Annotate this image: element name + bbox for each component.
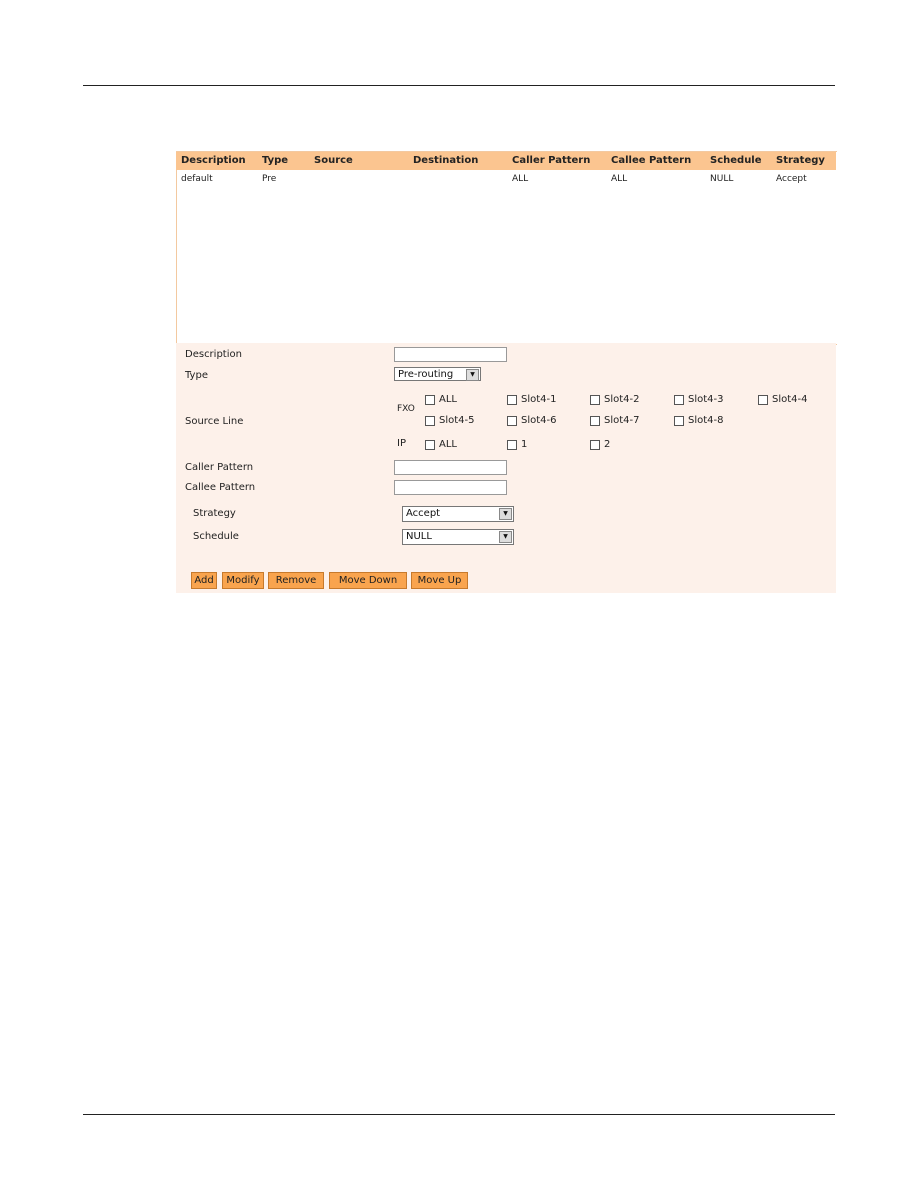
fxo-slot4-7-checkbox[interactable]: Slot4-7 bbox=[590, 415, 640, 426]
callee-pattern-input[interactable] bbox=[394, 480, 507, 495]
col-schedule: Schedule bbox=[710, 155, 762, 166]
cell: NULL bbox=[710, 174, 734, 184]
col-description: Description bbox=[181, 155, 246, 166]
ip-label: IP bbox=[397, 438, 406, 449]
cb-label: ALL bbox=[439, 394, 457, 405]
caller-pattern-input[interactable] bbox=[394, 460, 507, 475]
top-rule bbox=[83, 85, 835, 86]
type-label: Type bbox=[185, 370, 208, 381]
fxo-label: FXO bbox=[397, 404, 415, 414]
cb-label: ALL bbox=[439, 439, 457, 450]
col-type: Type bbox=[262, 155, 289, 166]
cell: ALL bbox=[611, 174, 628, 184]
cb-label: Slot4-7 bbox=[604, 415, 640, 426]
strategy-select[interactable]: Accept ▼ bbox=[402, 506, 514, 522]
move-down-button[interactable]: Move Down bbox=[329, 572, 407, 589]
ip-1-checkbox[interactable]: 1 bbox=[507, 439, 527, 450]
ip-2-checkbox[interactable]: 2 bbox=[590, 439, 610, 450]
description-label: Description bbox=[185, 349, 242, 360]
schedule-value: NULL bbox=[406, 531, 432, 542]
cb-label: Slot4-1 bbox=[521, 394, 557, 405]
fxo-slot4-4-checkbox[interactable]: Slot4-4 bbox=[758, 394, 808, 405]
schedule-select[interactable]: NULL ▼ bbox=[402, 529, 514, 545]
schedule-label: Schedule bbox=[193, 531, 239, 542]
cb-label: Slot4-2 bbox=[604, 394, 640, 405]
strategy-value: Accept bbox=[406, 508, 441, 519]
cell: ALL bbox=[512, 174, 529, 184]
cell: default bbox=[181, 174, 213, 184]
fxo-slot4-1-checkbox[interactable]: Slot4-1 bbox=[507, 394, 557, 405]
cb-label: 2 bbox=[604, 439, 611, 450]
chevron-down-icon: ▼ bbox=[466, 369, 479, 381]
add-button[interactable]: Add bbox=[191, 572, 217, 589]
fxo-slot4-3-checkbox[interactable]: Slot4-3 bbox=[674, 394, 724, 405]
cell: Accept bbox=[776, 174, 807, 184]
fxo-slot4-2-checkbox[interactable]: Slot4-2 bbox=[590, 394, 640, 405]
cell: Pre bbox=[262, 174, 277, 184]
fxo-all-checkbox[interactable]: ALL bbox=[425, 394, 457, 405]
source-line-label: Source Line bbox=[185, 416, 244, 427]
col-callee-pattern: Callee Pattern bbox=[611, 155, 692, 166]
type-value: Pre-routing bbox=[398, 369, 454, 380]
col-destination: Destination bbox=[413, 155, 479, 166]
callee-pattern-label: Callee Pattern bbox=[185, 482, 256, 493]
cb-label: Slot4-8 bbox=[688, 415, 724, 426]
cb-label: Slot4-6 bbox=[521, 415, 557, 426]
fxo-slot4-5-checkbox[interactable]: Slot4-5 bbox=[425, 415, 475, 426]
strategy-label: Strategy bbox=[193, 508, 236, 519]
cb-label: Slot4-5 bbox=[439, 415, 475, 426]
cb-label: Slot4-3 bbox=[688, 394, 724, 405]
description-input[interactable] bbox=[394, 347, 507, 362]
modify-button[interactable]: Modify bbox=[222, 572, 264, 589]
move-up-button[interactable]: Move Up bbox=[411, 572, 468, 589]
fxo-slot4-8-checkbox[interactable]: Slot4-8 bbox=[674, 415, 724, 426]
cb-label: 1 bbox=[521, 439, 528, 450]
cb-label: Slot4-4 bbox=[772, 394, 808, 405]
type-select[interactable]: Pre-routing ▼ bbox=[394, 367, 481, 381]
col-strategy: Strategy bbox=[776, 155, 825, 166]
col-caller-pattern: Caller Pattern bbox=[512, 155, 591, 166]
bottom-rule bbox=[83, 1114, 835, 1115]
chevron-down-icon: ▼ bbox=[499, 508, 512, 520]
caller-pattern-label: Caller Pattern bbox=[185, 462, 254, 473]
remove-button[interactable]: Remove bbox=[268, 572, 324, 589]
fxo-slot4-6-checkbox[interactable]: Slot4-6 bbox=[507, 415, 557, 426]
col-source: Source bbox=[314, 155, 353, 166]
ip-all-checkbox[interactable]: ALL bbox=[425, 439, 457, 450]
chevron-down-icon: ▼ bbox=[499, 531, 512, 543]
